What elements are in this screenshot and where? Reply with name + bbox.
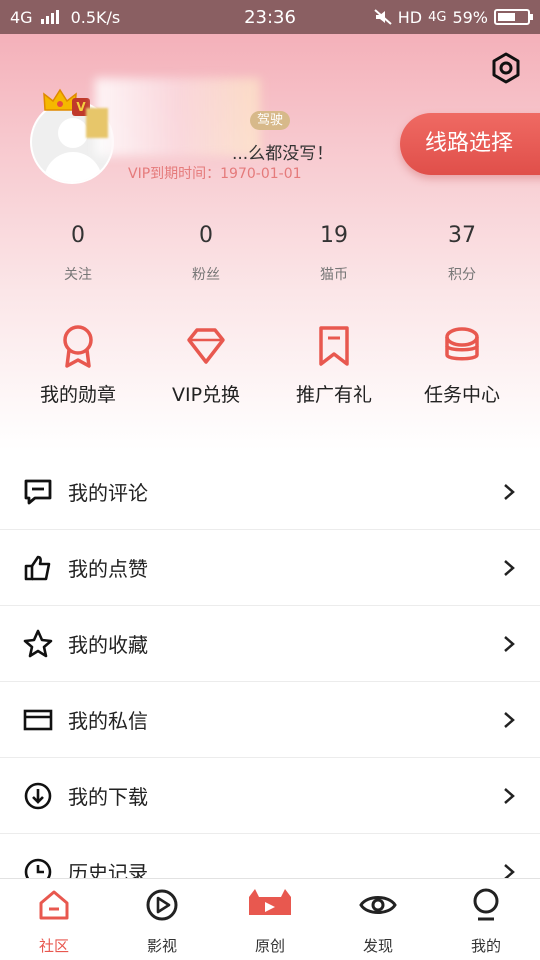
action-label: VIP兑换	[171, 384, 241, 406]
menu-item-label: 我的评论	[68, 481, 148, 505]
stat-following[interactable]: 0 关注	[14, 220, 142, 284]
action-label: 任务中心	[423, 384, 500, 406]
menu-item-label: 我的私信	[68, 709, 148, 733]
menu-item-comments[interactable]: 我的评论	[0, 454, 540, 530]
stat-followers[interactable]: 0 粉丝	[142, 220, 270, 284]
action-my-medals[interactable]: 我的勋章	[14, 322, 142, 407]
menu-item-likes[interactable]: 我的点赞	[0, 530, 540, 606]
medal-icon	[63, 325, 93, 368]
signal-icon	[40, 10, 59, 24]
stat-value: 0	[71, 223, 85, 248]
status-bar: 4G 0.5K/s 23:36 HD 4G 59%	[0, 0, 540, 34]
net-speed: 0.5K/s	[70, 7, 121, 27]
line-select-button[interactable]: 线路选择	[400, 113, 540, 175]
coins-icon	[445, 327, 479, 361]
stat-label: 粉丝	[192, 267, 220, 283]
vip-expire-text: VIP到期时间：1970-01-01	[128, 166, 302, 182]
star-icon	[23, 629, 53, 657]
menu-item-label: 我的点赞	[68, 557, 148, 581]
stat-label: 猫币	[320, 267, 348, 283]
menu-list: 我的评论 我的点赞 我的收藏 我的私信 我的下载 历史记录	[0, 454, 540, 910]
download-icon	[24, 782, 52, 809]
stat-points[interactable]: 37 积分	[398, 220, 526, 284]
home-icon	[39, 890, 69, 920]
settings-icon[interactable]	[488, 50, 524, 86]
username-blurred-accent	[86, 108, 108, 138]
battery-percent: 59%	[452, 7, 488, 27]
mute-icon	[374, 9, 392, 25]
tab-original[interactable]: 原创	[216, 879, 324, 960]
chevron-right-icon	[504, 483, 515, 500]
menu-item-label: 我的下载	[68, 785, 148, 809]
chevron-right-icon	[504, 635, 515, 652]
tab-community[interactable]: 社区	[0, 879, 108, 960]
hd-indicator: HD	[397, 7, 423, 27]
level-badge: 驾驶	[250, 111, 290, 130]
action-task-center[interactable]: 任务中心	[398, 322, 526, 407]
menu-item-favorites[interactable]: 我的收藏	[0, 606, 540, 682]
menu-item-messages[interactable]: 我的私信	[0, 682, 540, 758]
stat-value: 19	[320, 223, 348, 248]
mail-icon	[23, 709, 53, 730]
stat-value: 0	[199, 223, 213, 248]
chevron-right-icon	[504, 559, 515, 576]
stat-value: 37	[448, 223, 476, 248]
thumbs-up-icon	[24, 555, 51, 580]
tab-label: 原创	[254, 937, 285, 955]
stat-cat-coins[interactable]: 19 猫币	[270, 220, 398, 284]
action-vip-exchange[interactable]: VIP兑换	[142, 322, 270, 407]
chevron-right-icon	[504, 711, 515, 728]
action-label: 我的勋章	[39, 384, 116, 406]
stat-label: 关注	[64, 267, 92, 283]
comment-icon	[24, 479, 52, 504]
tab-label: 发现	[362, 937, 393, 955]
network-type-2: 4G	[428, 9, 447, 25]
action-promotion[interactable]: 推广有礼	[270, 322, 398, 407]
bottom-tab-bar: 社区 影视 原创 发现 我的	[0, 878, 540, 960]
tab-discover[interactable]: 发现	[324, 879, 432, 960]
menu-item-label: 我的收藏	[68, 633, 148, 657]
battery-icon	[494, 9, 533, 25]
tab-movies[interactable]: 影视	[108, 879, 216, 960]
signature-text: ...么都没写！	[232, 144, 334, 164]
action-label: 推广有礼	[295, 384, 372, 406]
bookmark-icon	[319, 326, 349, 366]
diamond-icon	[187, 328, 225, 364]
eye-icon	[359, 896, 397, 914]
original-icon	[249, 889, 291, 915]
quick-actions: 我的勋章 VIP兑换 推广有礼 任务中心	[14, 322, 526, 407]
play-icon	[146, 889, 178, 921]
clock: 23:36	[244, 6, 296, 28]
tab-label: 我的	[470, 937, 501, 955]
tab-mine[interactable]: 我的	[432, 879, 540, 960]
tab-label: 社区	[38, 937, 69, 955]
stats-row: 0 关注 0 粉丝 19 猫币 37 积分	[14, 220, 526, 284]
network-type: 4G	[10, 7, 33, 27]
chevron-right-icon	[504, 787, 515, 804]
tab-label: 影视	[146, 937, 177, 955]
profile-icon	[473, 888, 499, 921]
stat-label: 积分	[448, 267, 476, 283]
menu-item-downloads[interactable]: 我的下载	[0, 758, 540, 834]
